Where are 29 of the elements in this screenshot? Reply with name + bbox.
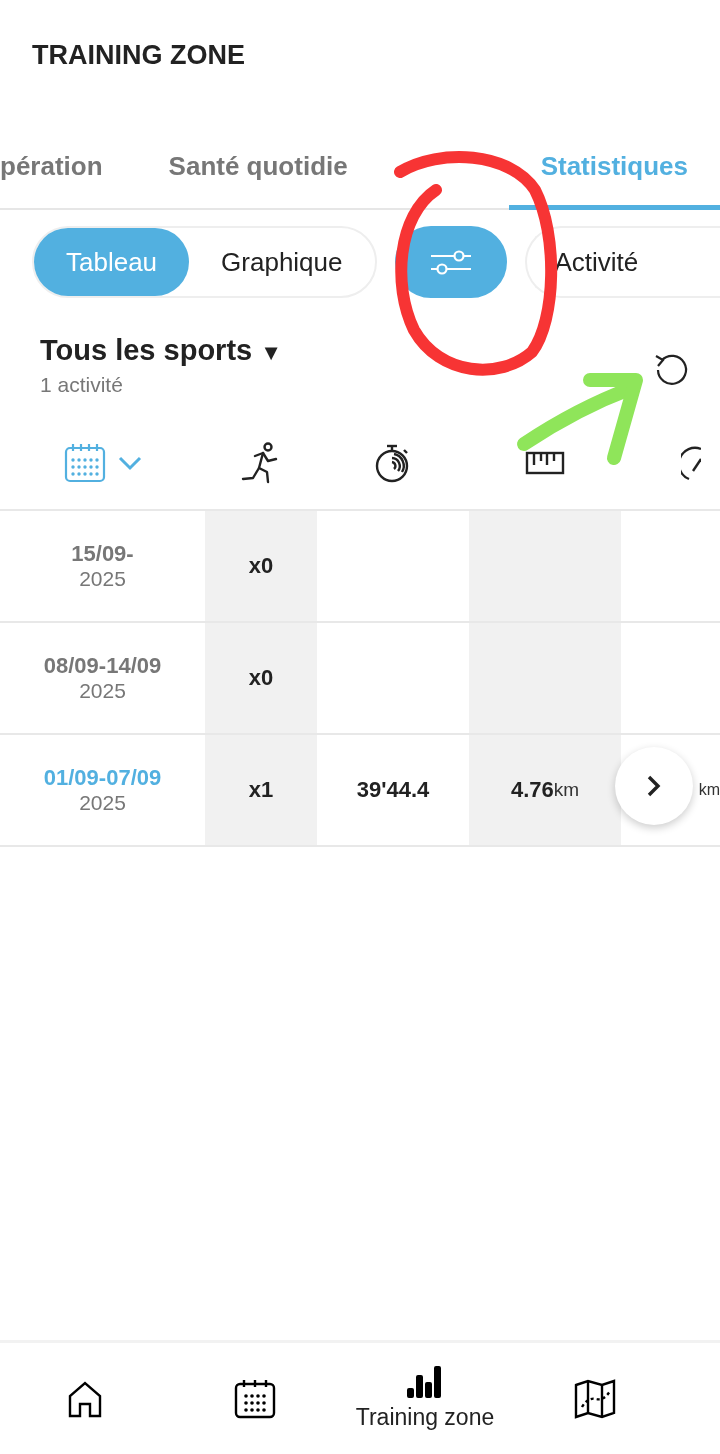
period-cell[interactable]: 01/09-07/09 2025 (0, 735, 205, 845)
chevron-right-icon (646, 775, 662, 797)
activity-chip[interactable]: Activité (524, 226, 720, 298)
speedometer-icon (681, 444, 701, 481)
table-cell: x0 (205, 623, 317, 733)
nav-tab[interactable]: Training zone (340, 1343, 510, 1454)
table-cell: km (698, 781, 720, 799)
tab[interactable]: Statistiques (508, 128, 720, 210)
activity-count: 1 activité (40, 373, 124, 397)
tab[interactable]: Santé quotidie (136, 128, 380, 210)
period-cell[interactable]: 08/09-14/09 2025 (0, 623, 205, 733)
view-toggle-option[interactable]: Graphique (189, 228, 375, 296)
table-cell: x0 (205, 511, 317, 621)
chevron-down-icon[interactable] (117, 454, 142, 471)
period-cell[interactable]: 15/09- 2025 (0, 511, 205, 621)
bar-chart-icon (407, 1366, 443, 1398)
app-title: TRAINING ZONE (32, 40, 245, 70)
sliders-icon (428, 248, 473, 276)
calendar-icon (234, 1378, 276, 1419)
ruler-icon (525, 450, 565, 475)
table-cell: 39'44.4 (356, 777, 430, 803)
view-toggle-option[interactable]: Tableau (34, 228, 190, 296)
home-icon (67, 1379, 103, 1418)
calendar-icon[interactable] (63, 442, 106, 483)
map-icon (574, 1378, 616, 1419)
table-cell: x1 (205, 735, 317, 845)
table-cell: 4.76km (469, 735, 621, 845)
tab[interactable]: pération (0, 128, 137, 210)
sport-dropdown[interactable]: Tous les sports ▼ (40, 334, 282, 367)
